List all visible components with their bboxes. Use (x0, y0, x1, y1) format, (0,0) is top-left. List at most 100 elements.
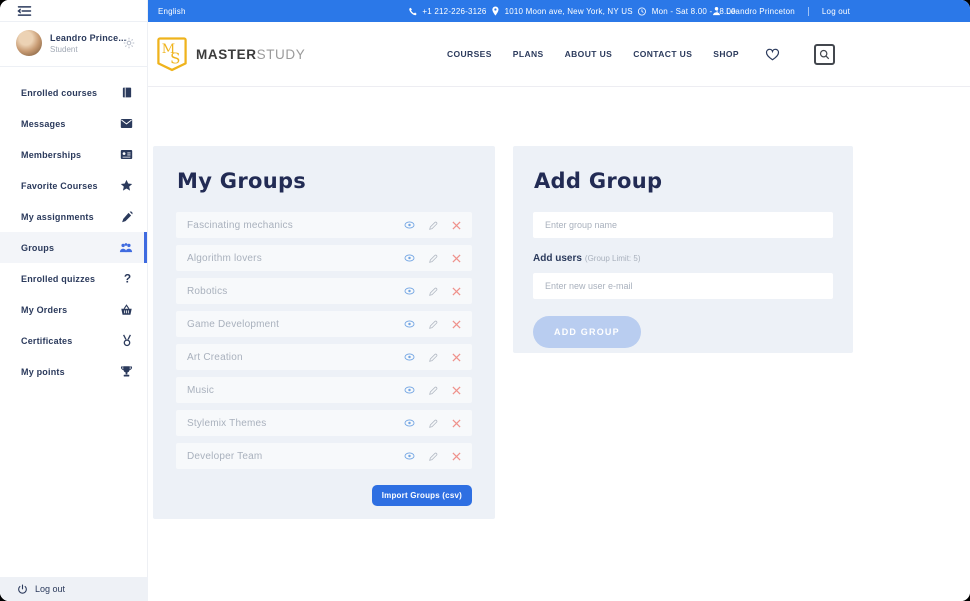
group-name: Music (187, 385, 404, 396)
site-header: M S MASTERSTUDY COURSES PLANS ABOUT US C… (148, 22, 970, 87)
my-groups-panel: My Groups Fascinating mechanics Algorith… (153, 146, 495, 519)
delete-group-icon[interactable] (452, 221, 461, 230)
nav-plans[interactable]: PLANS (513, 49, 544, 59)
wishlist-heart-icon[interactable] (765, 47, 780, 61)
search-button[interactable] (814, 44, 835, 65)
nav-courses[interactable]: COURSES (447, 49, 492, 59)
sidebar-item-groups[interactable]: Groups (0, 232, 147, 263)
gear-icon[interactable] (123, 37, 135, 49)
main-nav: COURSES PLANS ABOUT US CONTACT US SHOP (447, 44, 835, 65)
topbar-phone: +1 212-226-3126 (408, 7, 486, 16)
book-icon (121, 86, 133, 99)
group-name: Fascinating mechanics (187, 220, 404, 231)
profile-role: Student (50, 45, 121, 54)
app-window: Leandro Prince... Student Enrolled cours… (0, 0, 970, 601)
view-group-icon[interactable] (404, 452, 415, 460)
delete-group-icon[interactable] (452, 320, 461, 329)
logo-shield-icon: M S (157, 36, 187, 72)
delete-group-icon[interactable] (452, 287, 461, 296)
users-icon (119, 242, 133, 253)
logo-wordmark: MASTERSTUDY (196, 47, 305, 62)
medal-icon (121, 334, 133, 347)
group-row: Stylemix Themes (176, 410, 472, 436)
sidebar-item-my-assignments[interactable]: My assignments (0, 201, 147, 232)
topbar-logout[interactable]: Log out (822, 7, 850, 16)
sidebar-logout[interactable]: Log out (0, 577, 148, 601)
group-name: Game Development (187, 319, 404, 330)
delete-group-icon[interactable] (452, 452, 461, 461)
group-name-input[interactable] (533, 212, 833, 238)
my-groups-title: My Groups (177, 169, 472, 193)
view-group-icon[interactable] (404, 320, 415, 328)
pen-icon (121, 211, 133, 223)
import-groups-button[interactable]: Import Groups (csv) (372, 485, 472, 506)
edit-group-icon[interactable] (428, 286, 439, 297)
add-group-button[interactable]: ADD GROUP (533, 316, 641, 348)
masterstudy-logo[interactable]: M S MASTERSTUDY (157, 36, 305, 72)
basket-icon (120, 304, 133, 316)
group-row: Game Development (176, 311, 472, 337)
svg-text:?: ? (124, 272, 131, 285)
group-name: Algorithm lovers (187, 253, 404, 264)
view-group-icon[interactable] (404, 419, 415, 427)
group-row: Developer Team (176, 443, 472, 469)
power-icon (17, 584, 28, 595)
topbar-address: 1010 Moon ave, New York, NY US (492, 6, 633, 16)
edit-group-icon[interactable] (428, 385, 439, 396)
sidebar-item-memberships[interactable]: Memberships (0, 139, 147, 170)
sidebar-item-favorite-courses[interactable]: Favorite Courses (0, 170, 147, 201)
delete-group-icon[interactable] (452, 419, 461, 428)
view-group-icon[interactable] (404, 221, 415, 229)
logout-label: Log out (35, 584, 65, 594)
phone-icon (408, 7, 417, 16)
main-content: My Groups Fascinating mechanics Algorith… (148, 87, 970, 601)
avatar (16, 30, 42, 56)
group-row: Music (176, 377, 472, 403)
group-limit-note: (Group Limit: 5) (585, 254, 641, 263)
add-group-panel: Add Group Add users(Group Limit: 5) ADD … (513, 146, 853, 353)
language-selector[interactable]: English (158, 0, 186, 22)
sidebar-item-my-points[interactable]: My points (0, 356, 147, 387)
nav-shop[interactable]: SHOP (713, 49, 739, 59)
star-icon (120, 179, 133, 192)
profile-card: Leandro Prince... Student (0, 22, 147, 67)
sidebar-item-messages[interactable]: Messages (0, 108, 147, 139)
profile-name: Leandro Prince... (50, 33, 121, 43)
nav-about-us[interactable]: ABOUT US (565, 49, 613, 59)
clock-icon (638, 7, 647, 16)
view-group-icon[interactable] (404, 386, 415, 394)
edit-group-icon[interactable] (428, 352, 439, 363)
group-row: Art Creation (176, 344, 472, 370)
edit-group-icon[interactable] (428, 451, 439, 462)
sidebar-item-enrolled-quizzes[interactable]: Enrolled quizzes ? (0, 263, 147, 294)
id-card-icon (120, 149, 133, 160)
add-users-label: Add users(Group Limit: 5) (533, 253, 833, 264)
view-group-icon[interactable] (404, 287, 415, 295)
envelope-icon (120, 118, 133, 129)
topbar-divider (808, 7, 809, 16)
group-name: Art Creation (187, 352, 404, 363)
sidebar-nav: Enrolled courses Messages Memberships Fa… (0, 67, 147, 387)
edit-group-icon[interactable] (428, 253, 439, 264)
edit-group-icon[interactable] (428, 319, 439, 330)
delete-group-icon[interactable] (452, 386, 461, 395)
nav-contact-us[interactable]: CONTACT US (633, 49, 692, 59)
group-row: Algorithm lovers (176, 245, 472, 271)
sidebar-collapse-icon[interactable] (17, 5, 32, 17)
sidebar-item-certificates[interactable]: Certificates (0, 325, 147, 356)
question-icon: ? (122, 272, 133, 285)
edit-group-icon[interactable] (428, 220, 439, 231)
user-email-input[interactable] (533, 273, 833, 299)
topbar-user[interactable]: Leandro Princeton (726, 7, 795, 16)
group-name: Robotics (187, 286, 404, 297)
view-group-icon[interactable] (404, 353, 415, 361)
view-group-icon[interactable] (404, 254, 415, 262)
trophy-icon (120, 365, 133, 378)
sidebar-item-my-orders[interactable]: My Orders (0, 294, 147, 325)
svg-text:S: S (170, 49, 180, 67)
delete-group-icon[interactable] (452, 254, 461, 263)
group-name: Stylemix Themes (187, 418, 404, 429)
sidebar-item-enrolled-courses[interactable]: Enrolled courses (0, 77, 147, 108)
delete-group-icon[interactable] (452, 353, 461, 362)
edit-group-icon[interactable] (428, 418, 439, 429)
